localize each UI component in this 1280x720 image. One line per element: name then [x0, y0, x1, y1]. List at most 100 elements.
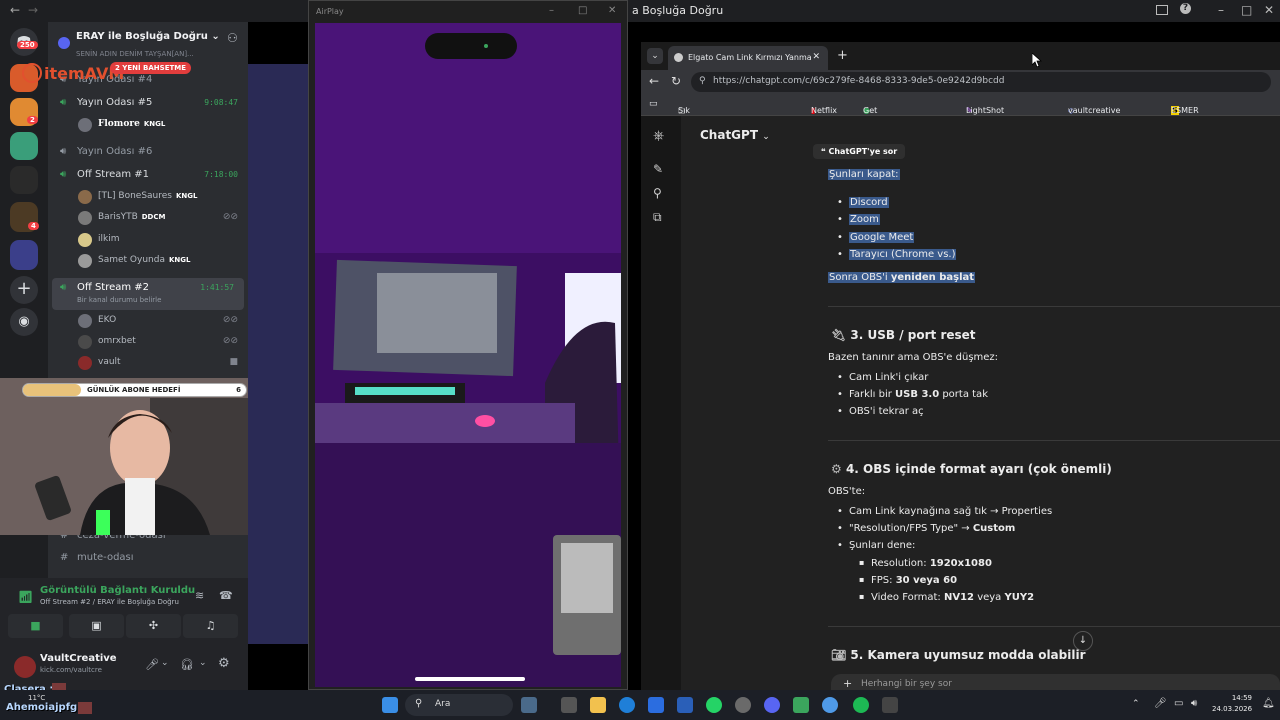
network-icon[interactable]: ▭: [1174, 698, 1183, 709]
whatsapp-icon[interactable]: [706, 697, 722, 713]
text-channel[interactable]: # mute-odası: [48, 548, 248, 568]
screen-share-button[interactable]: ▣: [69, 614, 124, 638]
voice-user[interactable]: Samet Oyunda KNGL: [78, 251, 248, 271]
back-icon[interactable]: ←: [649, 74, 659, 88]
start-button-icon[interactable]: [382, 697, 398, 713]
new-tab-button[interactable]: +: [837, 48, 848, 63]
voice-user[interactable]: EKO ⊘⊘: [78, 311, 248, 331]
microphone-icon[interactable]: 🎤︎: [1154, 698, 1167, 709]
list-item: Şunları dene:: [837, 540, 915, 551]
voice-user[interactable]: [TL] BoneSaures KNGL: [78, 187, 248, 207]
app-icon[interactable]: [882, 697, 898, 713]
maximize-button[interactable]: □: [1241, 3, 1252, 17]
task-view-icon[interactable]: [561, 697, 577, 713]
headphones-icon[interactable]: 🎧︎: [180, 658, 194, 671]
server-header[interactable]: ERAY ile Boşluğa Doğru ⌄: [48, 22, 248, 52]
username[interactable]: VaultCreative: [40, 653, 117, 664]
add-member-icon[interactable]: ⚇: [227, 31, 238, 45]
voice-channel-path[interactable]: Off Stream #2 / ERAY ile Boşluğa Doğru: [40, 598, 179, 606]
edge-icon[interactable]: [619, 697, 635, 713]
list-item: "Resolution/FPS Type" → Custom: [837, 523, 1015, 534]
taskbar: 11°C ⚲ Ara ⌃ 🎤︎ ▭ 🔊︎ 14:59 24.03.2026 🔔︎: [0, 690, 1280, 720]
list-subitem: Video Format: NV12 veya YUY2: [859, 592, 1034, 603]
hash-icon: #: [60, 552, 69, 563]
list-item: OBS'i tekrar aç: [837, 406, 924, 417]
sidebar-toggle-icon[interactable]: ▭: [649, 99, 658, 109]
voice-user[interactable]: ilkim: [78, 230, 248, 250]
server-icon[interactable]: [10, 132, 38, 160]
close-tab-icon[interactable]: ✕: [812, 52, 820, 62]
store-icon[interactable]: [648, 697, 664, 713]
avatar: [78, 314, 92, 328]
list-item: Tarayıcı (Chrome vs.): [837, 249, 957, 260]
back-icon[interactable]: ←: [10, 3, 20, 17]
mail-icon[interactable]: [677, 697, 693, 713]
section-heading: 🔌︎ 3. USB / port reset: [831, 328, 976, 342]
voice-channel-selected[interactable]: 🔊︎ Off Stream #2 1:41:57 Bir kanal durumu b…: [52, 278, 244, 310]
discord-icon[interactable]: [764, 697, 780, 713]
voice-user[interactable]: BarisYTB DDCM ⊘⊘: [78, 208, 248, 228]
search-icon[interactable]: ⚲: [653, 186, 662, 200]
noise-icon[interactable]: ≋: [195, 589, 204, 602]
voice-channel[interactable]: 🔊︎ Yayın Odası #6: [48, 142, 248, 162]
ask-chatgpt-button[interactable]: ❝ ChatGPT'ye sor: [813, 144, 906, 159]
minimize-button[interactable]: –: [549, 5, 554, 16]
volume-icon[interactable]: 🔊︎: [1191, 698, 1197, 709]
file-explorer-icon[interactable]: [590, 697, 606, 713]
voice-user[interactable]: Flomore KNGL: [78, 115, 248, 135]
voice-user[interactable]: vault ■: [78, 353, 248, 373]
microphone-icon[interactable]: 🎤︎: [145, 658, 159, 671]
forward-icon[interactable]: →: [28, 3, 38, 17]
mentions-pill[interactable]: 2 YENİ BAHSETME: [110, 62, 192, 74]
camera-icon: ■: [229, 357, 238, 367]
spotify-icon[interactable]: [853, 697, 869, 713]
search-icon: ⚲: [415, 698, 423, 709]
discover-icon[interactable]: ◉: [10, 308, 38, 336]
minimize-button[interactable]: –: [1218, 3, 1224, 17]
settings-gear-icon[interactable]: ⚙: [218, 656, 230, 671]
channel-status[interactable]: Bir kanal durumu belirle: [77, 296, 244, 304]
tab-search-icon[interactable]: ⌄: [647, 48, 663, 64]
inbox-icon[interactable]: [1156, 5, 1168, 15]
app-icon[interactable]: [793, 697, 809, 713]
library-icon[interactable]: ⧉: [653, 210, 662, 225]
help-icon[interactable]: ?: [1180, 3, 1191, 14]
weather-temp[interactable]: 11°C: [28, 694, 45, 702]
chevron-down-icon[interactable]: ⌄: [199, 658, 207, 668]
browser-tab[interactable]: Elgato Cam Link Kırmızı Yanma ✕: [668, 46, 828, 70]
maximize-button[interactable]: □: [578, 5, 587, 16]
server-folder[interactable]: [10, 240, 38, 270]
section-heading: 📷︎ 5. Kamera uyumsuz modda olabilir: [831, 648, 1086, 662]
camera-button[interactable]: ■: [8, 614, 63, 638]
taskbar-search[interactable]: ⚲ Ara: [405, 694, 513, 716]
chevron-down-icon[interactable]: ⌄: [161, 658, 169, 668]
scrolled-user: SENİN ADIN DENİM TAYŞAN[AN]...: [76, 50, 194, 58]
new-chat-icon[interactable]: ✎: [653, 162, 663, 176]
voice-status[interactable]: Görüntülü Bağlantı Kuruldu: [40, 585, 195, 596]
add-server-icon[interactable]: +: [10, 276, 38, 304]
clock[interactable]: 14:59 24.03.2026: [1212, 693, 1252, 715]
voice-channel[interactable]: 🔊︎ Yayın Odası #5 9:08:47: [48, 93, 248, 113]
disconnect-icon[interactable]: ☎: [219, 589, 233, 602]
close-button[interactable]: ✕: [1264, 3, 1274, 17]
activities-button[interactable]: ✣: [126, 614, 181, 638]
site-info-icon[interactable]: ⚲: [699, 76, 706, 86]
voice-channel[interactable]: 🔊︎ Off Stream #1 7:18:00: [48, 165, 248, 185]
widgets-icon[interactable]: [521, 697, 537, 713]
chatgpt-logo-icon[interactable]: ⎈: [653, 128, 664, 144]
notifications-icon[interactable]: 🔔︎: [1262, 698, 1275, 709]
chatgpt-favicon-icon: [674, 53, 683, 62]
unread-badge: 250: [17, 41, 38, 49]
app-icon[interactable]: [735, 697, 751, 713]
address-bar-row: ← ↻ ⚲ https://chatgpt.com/c/69c279fe-846…: [641, 70, 1280, 94]
chrome-icon[interactable]: [822, 697, 838, 713]
soundboard-button[interactable]: ♫: [183, 614, 238, 638]
close-button[interactable]: ✕: [608, 5, 616, 16]
voice-user[interactable]: omrxbet ⊘⊘: [78, 332, 248, 352]
reload-icon[interactable]: ↻: [671, 74, 681, 88]
avatar[interactable]: [14, 656, 36, 678]
server-icon[interactable]: [10, 166, 38, 194]
url-input[interactable]: ⚲ https://chatgpt.com/c/69c279fe-8468-83…: [691, 72, 1271, 92]
tray-chevron-icon[interactable]: ⌃: [1132, 699, 1140, 709]
model-selector[interactable]: ChatGPT ⌄: [700, 128, 770, 142]
